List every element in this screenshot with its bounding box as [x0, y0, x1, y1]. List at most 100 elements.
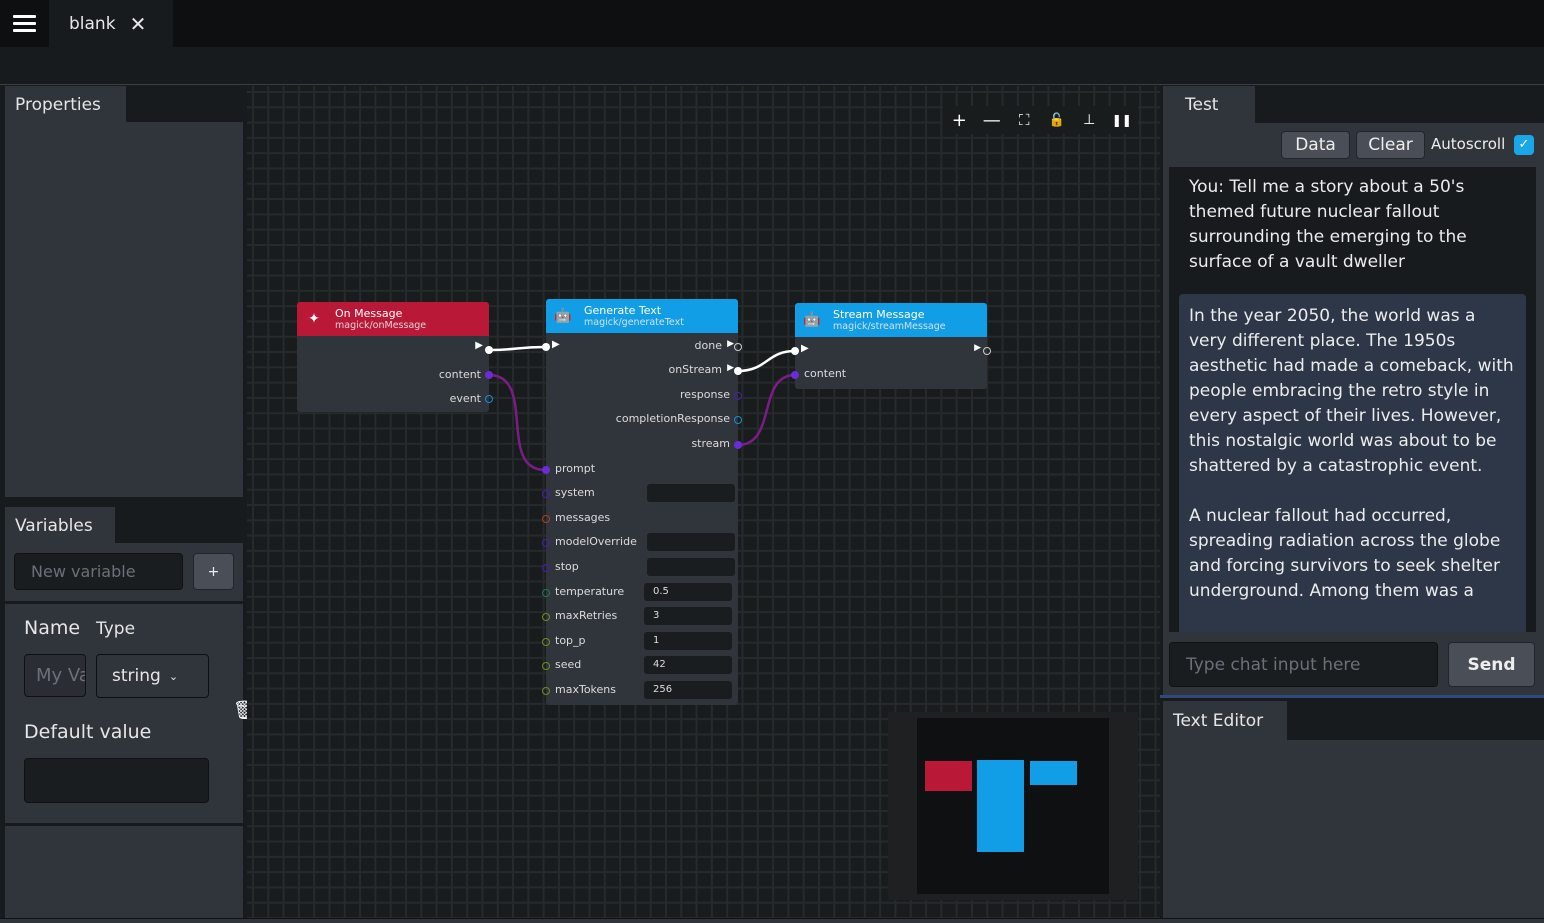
- chevron-down-icon: ⌄: [168, 669, 179, 683]
- max-retries-input-socket[interactable]: [542, 613, 550, 621]
- model-override-input-socket[interactable]: [542, 539, 550, 547]
- flow-in-arrow-icon: ▶: [801, 343, 809, 354]
- messages-input-socket[interactable]: [542, 515, 550, 523]
- prompt-input-socket[interactable]: [542, 466, 550, 474]
- content-input-socket[interactable]: [791, 371, 799, 379]
- node-header[interactable]: 🤖 Stream Message magick/streamMessage: [795, 303, 987, 337]
- output-label: completionResponse: [615, 412, 730, 425]
- input-label: top_p: [555, 634, 586, 647]
- node-header[interactable]: ✦ On Message magick/onMessage: [297, 302, 489, 336]
- assistant-paragraph: A nuclear fallout had occurred, spreadin…: [1189, 506, 1501, 601]
- menu-button[interactable]: [0, 0, 49, 47]
- text-editor-panel[interactable]: [1163, 740, 1544, 918]
- check-icon: ✓: [1518, 137, 1530, 152]
- output-label: onStream: [668, 363, 722, 376]
- add-variable-button[interactable]: +: [193, 553, 234, 590]
- node-header[interactable]: 🤖 Generate Text magick/generateText: [546, 299, 738, 333]
- fit-view-icon[interactable]: ⛶: [1012, 111, 1036, 129]
- sparkles-icon: ✦: [308, 311, 320, 327]
- output-label: response: [680, 388, 730, 401]
- flow-arrow-icon: ▶: [727, 339, 734, 349]
- flow-in-socket[interactable]: [791, 347, 799, 355]
- content-output-socket[interactable]: [485, 371, 493, 379]
- system-input-socket[interactable]: [542, 490, 550, 498]
- graph-canvas[interactable]: + — ⛶ 🔓 ⊥ ❚❚ ✦ On Message magick/onMessa…: [247, 86, 1160, 918]
- chat-input-placeholder: Type chat input here: [1186, 654, 1361, 675]
- flow-connection-onstream-stream[interactable]: [737, 349, 796, 373]
- stream-output-socket[interactable]: [734, 441, 742, 449]
- data-connection-content-prompt[interactable]: [488, 373, 546, 472]
- input-label: seed: [555, 658, 582, 671]
- node-stream-message[interactable]: 🤖 Stream Message magick/streamMessage ▶ …: [791, 303, 991, 389]
- data-button[interactable]: Data: [1281, 131, 1350, 159]
- flow-in-socket[interactable]: [542, 343, 550, 351]
- minimap[interactable]: [888, 712, 1138, 900]
- properties-tab-label: Properties: [15, 94, 101, 115]
- tab-text-editor[interactable]: Text Editor: [1163, 701, 1287, 740]
- tab-blank[interactable]: blank ✕: [49, 0, 173, 47]
- new-variable-placeholder: New variable: [31, 562, 136, 581]
- auto-layout-icon[interactable]: ⊥: [1077, 112, 1101, 128]
- flow-out-socket[interactable]: [485, 346, 493, 354]
- name-label: Name: [24, 617, 81, 639]
- top-p-field[interactable]: 1: [644, 632, 732, 650]
- done-output-socket[interactable]: [734, 343, 742, 351]
- close-icon[interactable]: ✕: [130, 12, 147, 36]
- model-override-field[interactable]: [647, 533, 735, 551]
- default-value-input[interactable]: [24, 758, 209, 803]
- data-connection-stream-content[interactable]: [737, 373, 796, 447]
- seed-field[interactable]: 42: [644, 656, 732, 674]
- tab-test[interactable]: Test: [1163, 86, 1255, 123]
- top-p-input-socket[interactable]: [542, 638, 550, 646]
- output-label: content: [438, 368, 481, 381]
- robot-icon: 🤖: [554, 308, 572, 324]
- unlock-icon[interactable]: 🔓: [1045, 113, 1069, 128]
- test-tab-label: Test: [1185, 94, 1219, 115]
- node-subtitle: magick/generateText: [584, 317, 684, 328]
- onstream-output-socket[interactable]: [734, 367, 742, 375]
- input-label: system: [555, 486, 595, 499]
- flow-arrow-icon: ▶: [727, 363, 734, 373]
- autoscroll-checkbox[interactable]: ✓: [1514, 135, 1534, 155]
- type-label: Type: [96, 619, 136, 639]
- node-title: On Message: [335, 307, 403, 320]
- input-label: maxRetries: [555, 609, 618, 622]
- zoom-out-icon[interactable]: —: [980, 110, 1004, 131]
- variable-name-input[interactable]: My Variable: [24, 654, 86, 697]
- response-output-socket[interactable]: [734, 392, 742, 400]
- pause-icon[interactable]: ❚❚: [1110, 113, 1134, 127]
- node-subtitle: magick/onMessage: [335, 320, 427, 331]
- chat-log[interactable]: You: Tell me a story about a 50's themed…: [1169, 167, 1536, 632]
- system-field[interactable]: [647, 484, 735, 502]
- flow-connection-onmessage-generate[interactable]: [488, 345, 546, 352]
- autoscroll-label: Autoscroll: [1431, 135, 1506, 153]
- assistant-paragraph: In the year 2050, the world was a very d…: [1189, 306, 1514, 476]
- zoom-in-icon[interactable]: +: [947, 110, 971, 131]
- flow-out-arrow-icon: ▶: [475, 340, 483, 351]
- stop-field[interactable]: [647, 558, 735, 576]
- flow-out-socket[interactable]: [983, 347, 991, 355]
- type-select[interactable]: string ⌄: [96, 654, 209, 698]
- node-on-message[interactable]: ✦ On Message magick/onMessage ▶ content …: [297, 302, 493, 412]
- max-retries-field[interactable]: 3: [644, 607, 732, 625]
- new-variable-input[interactable]: New variable: [14, 553, 183, 590]
- max-tokens-field[interactable]: 256: [644, 681, 732, 699]
- seed-input-socket[interactable]: [542, 662, 550, 670]
- tab-properties[interactable]: Properties: [5, 86, 126, 123]
- input-label: content: [804, 367, 847, 380]
- send-button[interactable]: Send: [1448, 642, 1535, 687]
- completion-response-output-socket[interactable]: [734, 416, 742, 424]
- temperature-field[interactable]: 0.5: [644, 583, 732, 601]
- flow-in-arrow-icon: ▶: [552, 339, 560, 350]
- panel-divider[interactable]: [1160, 695, 1544, 698]
- chat-input[interactable]: Type chat input here: [1169, 642, 1438, 687]
- input-label: modelOverride: [555, 535, 637, 548]
- stop-input-socket[interactable]: [542, 564, 550, 572]
- tab-variables[interactable]: Variables: [5, 507, 115, 544]
- max-tokens-input-socket[interactable]: [542, 687, 550, 695]
- node-generate-text[interactable]: 🤖 Generate Text magick/generateText ▶ do…: [542, 299, 742, 705]
- event-output-socket[interactable]: [485, 395, 493, 403]
- temperature-input-socket[interactable]: [542, 589, 550, 597]
- top-bar: blank ✕: [0, 0, 1544, 47]
- clear-button[interactable]: Clear: [1356, 131, 1425, 159]
